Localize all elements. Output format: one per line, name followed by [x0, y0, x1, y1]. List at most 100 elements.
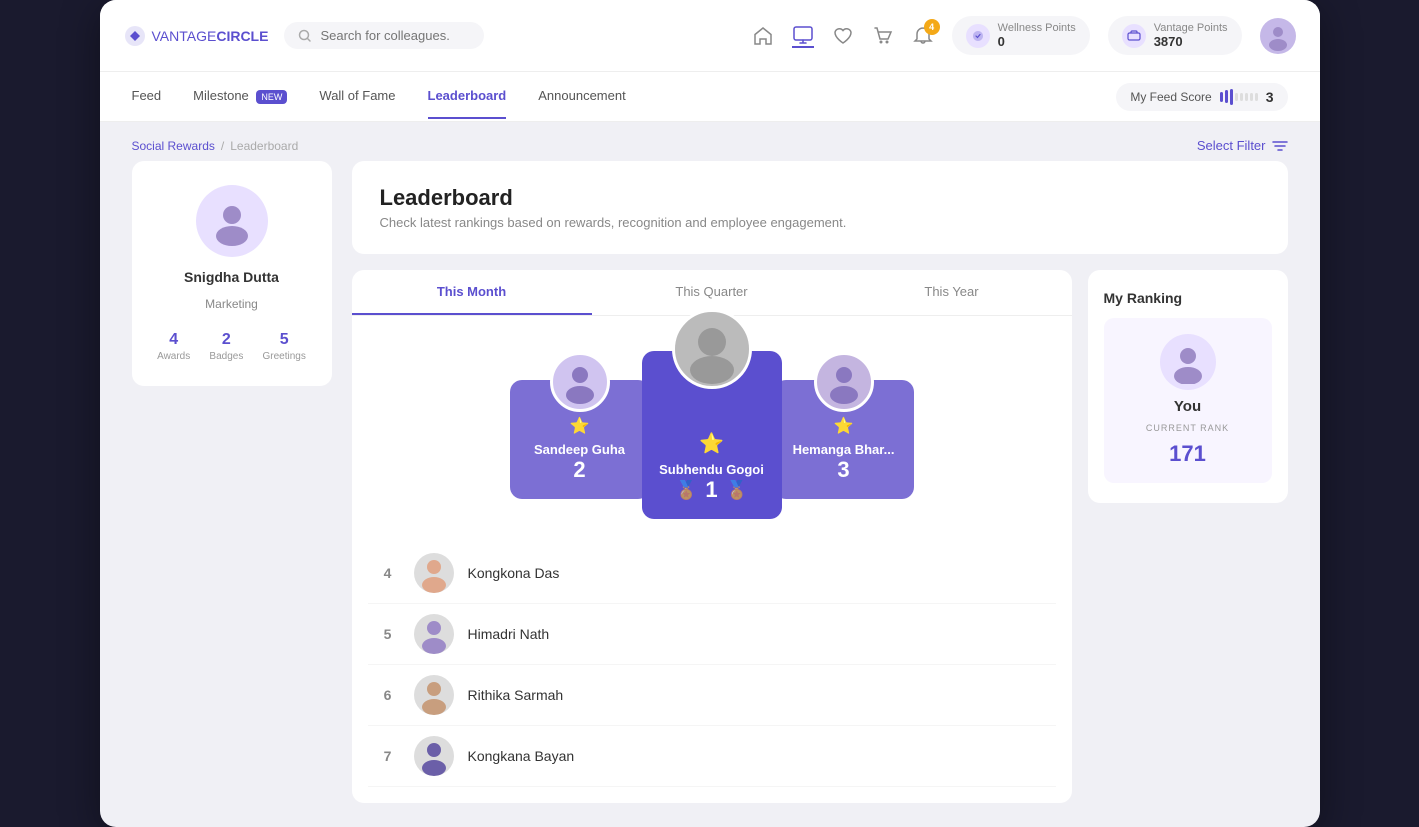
breadcrumb-parent[interactable]: Social Rewards: [132, 139, 215, 153]
tab-this-month[interactable]: This Month: [352, 270, 592, 315]
list-avatar-4: [414, 553, 454, 593]
podium-name-3: Hemanga Bhar...: [793, 442, 895, 457]
bar-5: [1240, 93, 1243, 101]
bar-7: [1250, 93, 1253, 101]
podium-rank-num-1: 1: [705, 477, 717, 503]
wellness-points-pill: Wellness Points 0: [952, 16, 1090, 55]
select-filter-label: Select Filter: [1197, 138, 1266, 153]
notification-btn[interactable]: 4: [912, 25, 934, 47]
score-bars: [1220, 89, 1258, 105]
top-nav: VANTAGECIRCLE: [100, 0, 1320, 72]
main-layout: Snigdha Dutta Marketing 4 Awards 2 Badge…: [100, 161, 1320, 827]
stat-greetings-value: 5: [280, 331, 289, 349]
list-rank-7: 7: [376, 748, 400, 764]
logo: VANTAGECIRCLE: [124, 25, 269, 47]
list-avatar-6: [414, 675, 454, 715]
list-rank-5: 5: [376, 626, 400, 642]
list-item-4: 4 Kongkona Das: [368, 543, 1056, 604]
my-ranking-title: My Ranking: [1104, 290, 1183, 306]
list-item-5: 5 Himadri Nath: [368, 604, 1056, 665]
breadcrumb-separator: /: [221, 139, 224, 153]
user-avatar-icon: [1263, 21, 1293, 51]
stat-badges-value: 2: [222, 331, 231, 349]
monitor-nav-btn[interactable]: [792, 24, 814, 48]
list-name-4: Kongkona Das: [468, 565, 560, 581]
podium-rank-1: ⭐ Subhendu Gogoi 🏅 1 🏅: [642, 351, 782, 519]
leaderboard-main-panel: This Month This Quarter This Year: [352, 270, 1072, 803]
stat-badges: 2 Badges: [209, 331, 243, 362]
leaderboard-header-card: Leaderboard Check latest rankings based …: [352, 161, 1288, 254]
my-ranking-avatar-icon: [1166, 340, 1210, 384]
stat-awards-value: 4: [169, 331, 178, 349]
subnav-leaderboard[interactable]: Leaderboard: [428, 74, 507, 119]
wellness-info: Wellness Points 0: [998, 22, 1076, 49]
podium-rank-num-3: 3: [837, 457, 849, 483]
heart-icon: [832, 25, 854, 47]
subnav-feed[interactable]: Feed: [132, 74, 162, 119]
laurel-left: 🏅: [675, 480, 697, 501]
podium-area: ⭐ Sandeep Guha 2: [352, 316, 1072, 535]
bar-2: [1225, 90, 1228, 103]
vantage-points-pill: Vantage Points 3870: [1108, 16, 1242, 55]
cart-icon: [872, 25, 894, 47]
laurel-right: 🏅: [726, 480, 748, 501]
stat-badges-label: Badges: [209, 351, 243, 362]
subnav-milestone[interactable]: Milestone NEW: [193, 74, 287, 119]
podium-rank-1-area: 🏅 1 🏅: [675, 477, 748, 503]
heart-nav-btn[interactable]: [832, 25, 854, 47]
podium-rank-num-2: 2: [573, 457, 585, 483]
wellness-label: Wellness Points: [998, 22, 1076, 34]
stat-awards-label: Awards: [157, 351, 190, 362]
search-bar[interactable]: [284, 22, 484, 49]
list-avatar-5: [414, 614, 454, 654]
list-item-7: 7 Kongkana Bayan: [368, 726, 1056, 787]
list-name-5: Himadri Nath: [468, 626, 550, 642]
stat-greetings-label: Greetings: [263, 351, 306, 362]
stat-awards: 4 Awards: [157, 331, 190, 362]
list-name-7: Kongkana Bayan: [468, 748, 575, 764]
leaderboard-content-area: This Month This Quarter This Year: [352, 270, 1288, 803]
leaderboard-subtitle: Check latest rankings based on rewards, …: [380, 215, 1260, 230]
tab-this-year[interactable]: This Year: [832, 270, 1072, 315]
bar-1: [1220, 92, 1223, 102]
notification-badge: 4: [924, 19, 940, 35]
bar-4: [1235, 93, 1238, 101]
feed-score-value: 3: [1266, 89, 1274, 105]
podium-avatar-1: [672, 309, 752, 389]
vantage-svg: [1127, 29, 1141, 43]
my-ranking-panel: My Ranking You CURRENT RANK 171: [1088, 270, 1288, 503]
podium-star-2: ⭐: [570, 416, 590, 436]
my-ranking-rank-label: CURRENT RANK: [1146, 423, 1229, 433]
list-name-6: Rithika Sarmah: [468, 687, 564, 703]
filter-icon: [1272, 140, 1288, 152]
sub-nav: Feed Milestone NEW Wall of Fame Leaderbo…: [100, 72, 1320, 122]
wellness-value: 0: [998, 34, 1076, 49]
list-item-6: 6 Rithika Sarmah: [368, 665, 1056, 726]
profile-dept: Marketing: [205, 297, 258, 311]
my-ranking-card: You CURRENT RANK 171: [1104, 318, 1272, 483]
podium-avatar-2: [550, 352, 610, 412]
podium-name-2: Sandeep Guha: [534, 442, 625, 457]
subnav-announcement[interactable]: Announcement: [538, 74, 625, 119]
subnav-wall-of-fame[interactable]: Wall of Fame: [319, 74, 395, 119]
user-avatar-btn[interactable]: [1260, 18, 1296, 54]
right-main: Leaderboard Check latest rankings based …: [352, 161, 1288, 803]
app-container: VANTAGECIRCLE: [100, 0, 1320, 827]
left-panel: Snigdha Dutta Marketing 4 Awards 2 Badge…: [132, 161, 332, 386]
monitor-icon: [792, 24, 814, 46]
bar-3: [1230, 89, 1233, 105]
breadcrumb-current: Leaderboard: [230, 139, 298, 153]
vantage-icon: [1122, 24, 1146, 48]
podium-star-3: ⭐: [834, 416, 854, 436]
wellness-icon: [966, 24, 990, 48]
vantage-label: Vantage Points: [1154, 22, 1228, 34]
select-filter-btn[interactable]: Select Filter: [1197, 138, 1288, 153]
cart-nav-btn[interactable]: [872, 25, 894, 47]
logo-text: VANTAGECIRCLE: [152, 28, 269, 44]
home-nav-btn[interactable]: [752, 25, 774, 47]
profile-stats: 4 Awards 2 Badges 5 Greetings: [148, 331, 316, 362]
podium-rank-3: ⭐ Hemanga Bhar... 3: [774, 380, 914, 499]
search-input[interactable]: [320, 28, 450, 43]
vantage-info: Vantage Points 3870: [1154, 22, 1228, 49]
profile-avatar: [196, 185, 268, 257]
